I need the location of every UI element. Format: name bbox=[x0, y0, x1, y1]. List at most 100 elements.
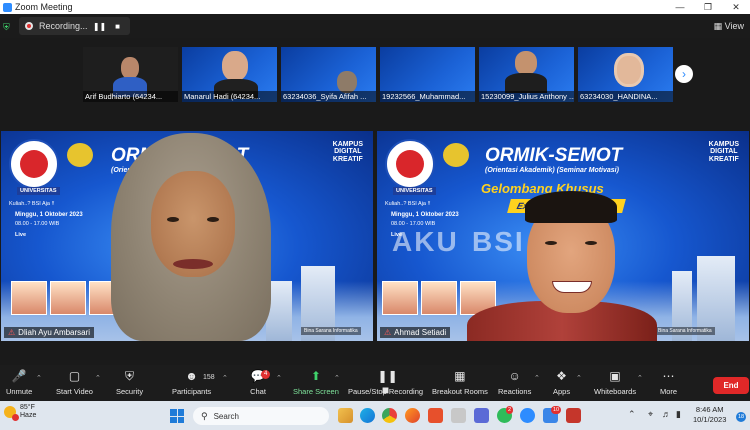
kampus-digital-kreatif: KAMPUS DIGITAL KREATIF bbox=[333, 141, 363, 163]
participant-thumbnail[interactable]: 15230099_Julius Anthony ... bbox=[479, 47, 574, 102]
powerpoint-icon[interactable] bbox=[566, 408, 581, 423]
chat-options-caret[interactable]: ⌃ bbox=[276, 374, 282, 382]
kampus-line: DIGITAL bbox=[334, 148, 362, 156]
live-badge: Live bbox=[391, 232, 403, 238]
speaker-smile bbox=[552, 281, 592, 293]
zoom-taskbar-icon[interactable] bbox=[520, 408, 535, 423]
participant-thumbnail[interactable]: 19232566_Muhammad... bbox=[380, 47, 475, 102]
banner-subtitle: (Orientasi Akademik) (Seminar Motivasi) bbox=[485, 167, 619, 174]
view-button[interactable]: ▦ View bbox=[714, 21, 744, 32]
speaker-name: Dliah Ayu Ambarsari bbox=[18, 328, 91, 337]
participant-name: 63234030_HANDINA... bbox=[578, 91, 673, 102]
restore-icon[interactable]: ❐ bbox=[694, 2, 722, 13]
security-shield-icon[interactable]: ⛨ bbox=[3, 22, 11, 32]
start-video-button[interactable]: ▢ Start Video bbox=[56, 369, 93, 396]
window-title: Zoom Meeting bbox=[15, 2, 73, 12]
tray-overflow-caret-icon[interactable]: ⌃ bbox=[628, 409, 636, 420]
whiteboards-button[interactable]: ▣ Whiteboards bbox=[594, 369, 636, 396]
banner-aku-text: AKU bbox=[392, 226, 459, 257]
speaker-name: Ahmad Setiadi bbox=[394, 328, 447, 337]
video-tile-speaker-1[interactable]: AKU UNIVERSITAS Kuliah..? BSI Aja !! ORM… bbox=[1, 131, 373, 341]
battery-icon[interactable]: ▮ bbox=[676, 409, 681, 420]
windows-start-icon[interactable] bbox=[170, 409, 184, 423]
stop-recording-icon[interactable]: ■ bbox=[112, 20, 124, 32]
whiteboard-icon: ▣ bbox=[609, 369, 621, 383]
more-label: More bbox=[660, 387, 678, 396]
apps-options-caret[interactable]: ⌃ bbox=[576, 374, 582, 382]
participants-options-caret[interactable]: ⌃ bbox=[222, 374, 228, 382]
minimize-icon[interactable]: — bbox=[666, 2, 694, 13]
participant-face bbox=[515, 51, 537, 75]
weather-temp: 85°F bbox=[20, 404, 35, 411]
banner-photo bbox=[421, 281, 457, 315]
firefox-browser-icon[interactable] bbox=[405, 408, 420, 423]
office-icon[interactable] bbox=[428, 408, 443, 423]
close-icon[interactable]: ✕ bbox=[722, 2, 750, 13]
event-time: 08.00 - 17.00 WIB bbox=[15, 221, 60, 227]
sarana-label: Bina Sarana Informatika bbox=[301, 327, 361, 335]
pause-stop-icon: ❚❚ ■ bbox=[377, 369, 398, 397]
apps-button[interactable]: ❖ Apps bbox=[553, 369, 570, 396]
participants-label: Participants bbox=[172, 387, 212, 396]
pause-recording-icon[interactable]: ❚❚ bbox=[93, 20, 106, 32]
wifi-icon[interactable]: ⌖ bbox=[648, 409, 653, 420]
video-options-caret[interactable]: ⌃ bbox=[95, 374, 101, 382]
participant-name: 15230099_Julius Anthony ... bbox=[479, 91, 574, 102]
live-badge: Live bbox=[15, 232, 27, 238]
speaker-eye bbox=[585, 241, 597, 245]
kampus-line: KAMPUS bbox=[708, 141, 739, 148]
participant-thumbnail[interactable]: Arif Budhiarto (64234... bbox=[83, 47, 178, 102]
share-screen-button[interactable]: ⬆ Share Screen bbox=[293, 369, 339, 396]
file-explorer-icon[interactable] bbox=[338, 408, 353, 423]
breakout-rooms-button[interactable]: ▦ Breakout Rooms bbox=[432, 369, 488, 396]
banner-tagline: Kuliah..? BSI Aja !! bbox=[9, 201, 55, 207]
window-titlebar: Zoom Meeting — ❐ ✕ bbox=[0, 0, 750, 14]
speaker-mouth bbox=[173, 259, 213, 269]
unmute-button[interactable]: 🎤 Unmute bbox=[6, 369, 32, 396]
more-button[interactable]: ⋯ More bbox=[660, 369, 677, 396]
weather-widget[interactable]: 85°F Haze bbox=[4, 404, 36, 422]
sarana-label: Bina Sarana Informatika bbox=[655, 327, 715, 335]
participant-body bbox=[505, 73, 547, 93]
event-time: 08.00 - 17.00 WIB bbox=[391, 221, 436, 227]
weather-desc: Haze bbox=[20, 412, 37, 420]
video-tile-speaker-2[interactable]: AKU BSI UNIVERSITAS Kuliah..? BSI Aja !!… bbox=[377, 131, 749, 341]
start-tile bbox=[177, 416, 184, 423]
speaker-name-tag: ⚠ Dliah Ayu Ambarsari bbox=[4, 327, 95, 338]
pause-stop-recording-button[interactable]: ❚❚ ■ Pause/Stop Recording bbox=[348, 369, 423, 397]
volume-icon[interactable]: ♬ bbox=[662, 409, 671, 419]
kampus-digital-kreatif: KAMPUS DIGITAL KREATIF bbox=[709, 141, 739, 163]
speaker-name-tag: ⚠ Ahmad Setiadi bbox=[380, 327, 451, 338]
reactions-label: Reactions bbox=[498, 387, 532, 396]
gallery-next-button[interactable]: › bbox=[675, 65, 693, 83]
anniversary-logo bbox=[443, 143, 469, 167]
whiteboards-options-caret[interactable]: ⌃ bbox=[637, 374, 643, 382]
university-label: UNIVERSITAS bbox=[17, 187, 60, 195]
edge-browser-icon[interactable] bbox=[360, 408, 375, 423]
event-date: Minggu, 1 Oktober 2023 bbox=[15, 212, 83, 218]
view-grid-icon: ▦ bbox=[713, 20, 723, 31]
participant-face bbox=[337, 71, 357, 93]
end-meeting-button[interactable]: End bbox=[713, 377, 749, 394]
taskbar-clock[interactable]: 8:46 AM 10/1/2023 bbox=[693, 405, 726, 425]
security-button[interactable]: ⛨ Security bbox=[116, 369, 143, 396]
event-date: Minggu, 1 Oktober 2023 bbox=[391, 212, 459, 218]
share-options-caret[interactable]: ⌃ bbox=[334, 374, 340, 382]
ms-store-icon[interactable] bbox=[451, 408, 466, 423]
participant-thumbnail[interactable]: 63234030_HANDINA... bbox=[578, 47, 673, 102]
audio-options-caret[interactable]: ⌃ bbox=[36, 374, 42, 382]
view-label: View bbox=[724, 20, 744, 31]
reactions-button[interactable]: ☺ Reactions bbox=[498, 369, 531, 396]
weather-text: 85°F Haze bbox=[20, 404, 36, 420]
chrome-browser-icon[interactable] bbox=[382, 408, 397, 423]
teams-icon[interactable] bbox=[474, 408, 489, 423]
logo-emblem bbox=[20, 150, 48, 178]
notification-badge[interactable]: 18 bbox=[736, 412, 746, 422]
start-tile bbox=[170, 409, 177, 416]
participant-name: 19232566_Muhammad... bbox=[380, 91, 475, 102]
participant-thumbnail[interactable]: Manarul Hadi (64234... bbox=[182, 47, 277, 102]
kampus-line: KREATIF bbox=[708, 155, 739, 163]
participant-thumbnail[interactable]: 63234036_Syifa Afifah ... bbox=[281, 47, 376, 102]
reactions-options-caret[interactable]: ⌃ bbox=[534, 374, 540, 382]
taskbar-search-box[interactable]: ⚲ Search bbox=[193, 407, 329, 425]
